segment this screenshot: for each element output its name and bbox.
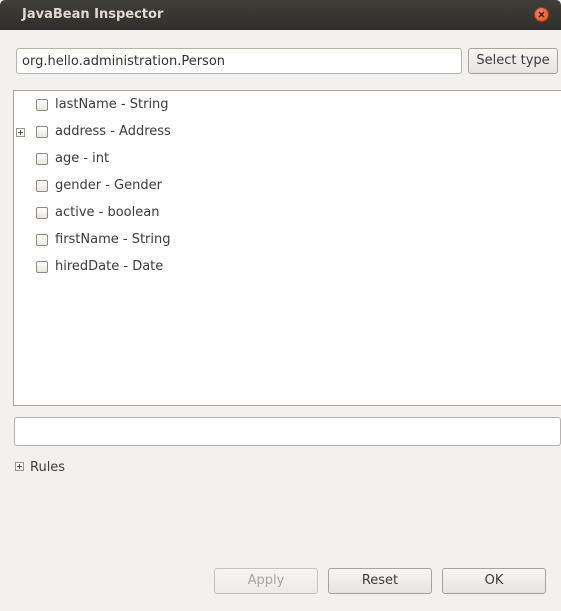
property-checkbox[interactable]: [36, 126, 48, 138]
select-type-button[interactable]: Select type: [468, 48, 558, 74]
property-label: gender - Gender: [55, 178, 162, 193]
property-checkbox[interactable]: [36, 99, 48, 111]
property-label: hiredDate - Date: [55, 259, 164, 274]
close-icon: [538, 11, 545, 18]
property-checkbox[interactable]: [36, 207, 48, 219]
property-row-gender[interactable]: gender - Gender: [14, 176, 554, 198]
property-checkbox[interactable]: [36, 261, 48, 273]
expand-plus-icon[interactable]: [16, 128, 25, 137]
message-field[interactable]: [14, 417, 561, 446]
apply-button[interactable]: Apply: [214, 568, 318, 594]
property-checkbox[interactable]: [36, 153, 48, 165]
title-bar: JavaBean Inspector: [0, 0, 561, 30]
ok-button[interactable]: OK: [442, 568, 546, 594]
property-label: lastName - String: [55, 97, 169, 112]
close-button[interactable]: [534, 7, 549, 22]
property-row-firstname[interactable]: firstName - String: [14, 230, 554, 252]
property-label: age - int: [55, 151, 110, 166]
property-label: active - boolean: [55, 205, 160, 220]
rules-section[interactable]: Rules: [15, 460, 95, 477]
type-field[interactable]: org.hello.administration.Person: [16, 48, 462, 74]
property-label: address - Address: [55, 124, 171, 139]
property-label: firstName - String: [55, 232, 171, 247]
window-title: JavaBean Inspector: [22, 7, 164, 22]
property-row-age[interactable]: age - int: [14, 149, 554, 171]
property-checkbox[interactable]: [36, 234, 48, 246]
expand-plus-icon[interactable]: [15, 462, 24, 471]
property-tree[interactable]: lastName - String address - Address age …: [13, 90, 561, 406]
property-checkbox[interactable]: [36, 180, 48, 192]
property-row-address[interactable]: address - Address: [14, 122, 554, 144]
rules-label: Rules: [30, 460, 66, 475]
reset-button[interactable]: Reset: [328, 568, 432, 594]
property-row-lastname[interactable]: lastName - String: [14, 95, 554, 117]
property-row-active[interactable]: active - boolean: [14, 203, 554, 225]
property-row-hireddate[interactable]: hiredDate - Date: [14, 257, 554, 279]
